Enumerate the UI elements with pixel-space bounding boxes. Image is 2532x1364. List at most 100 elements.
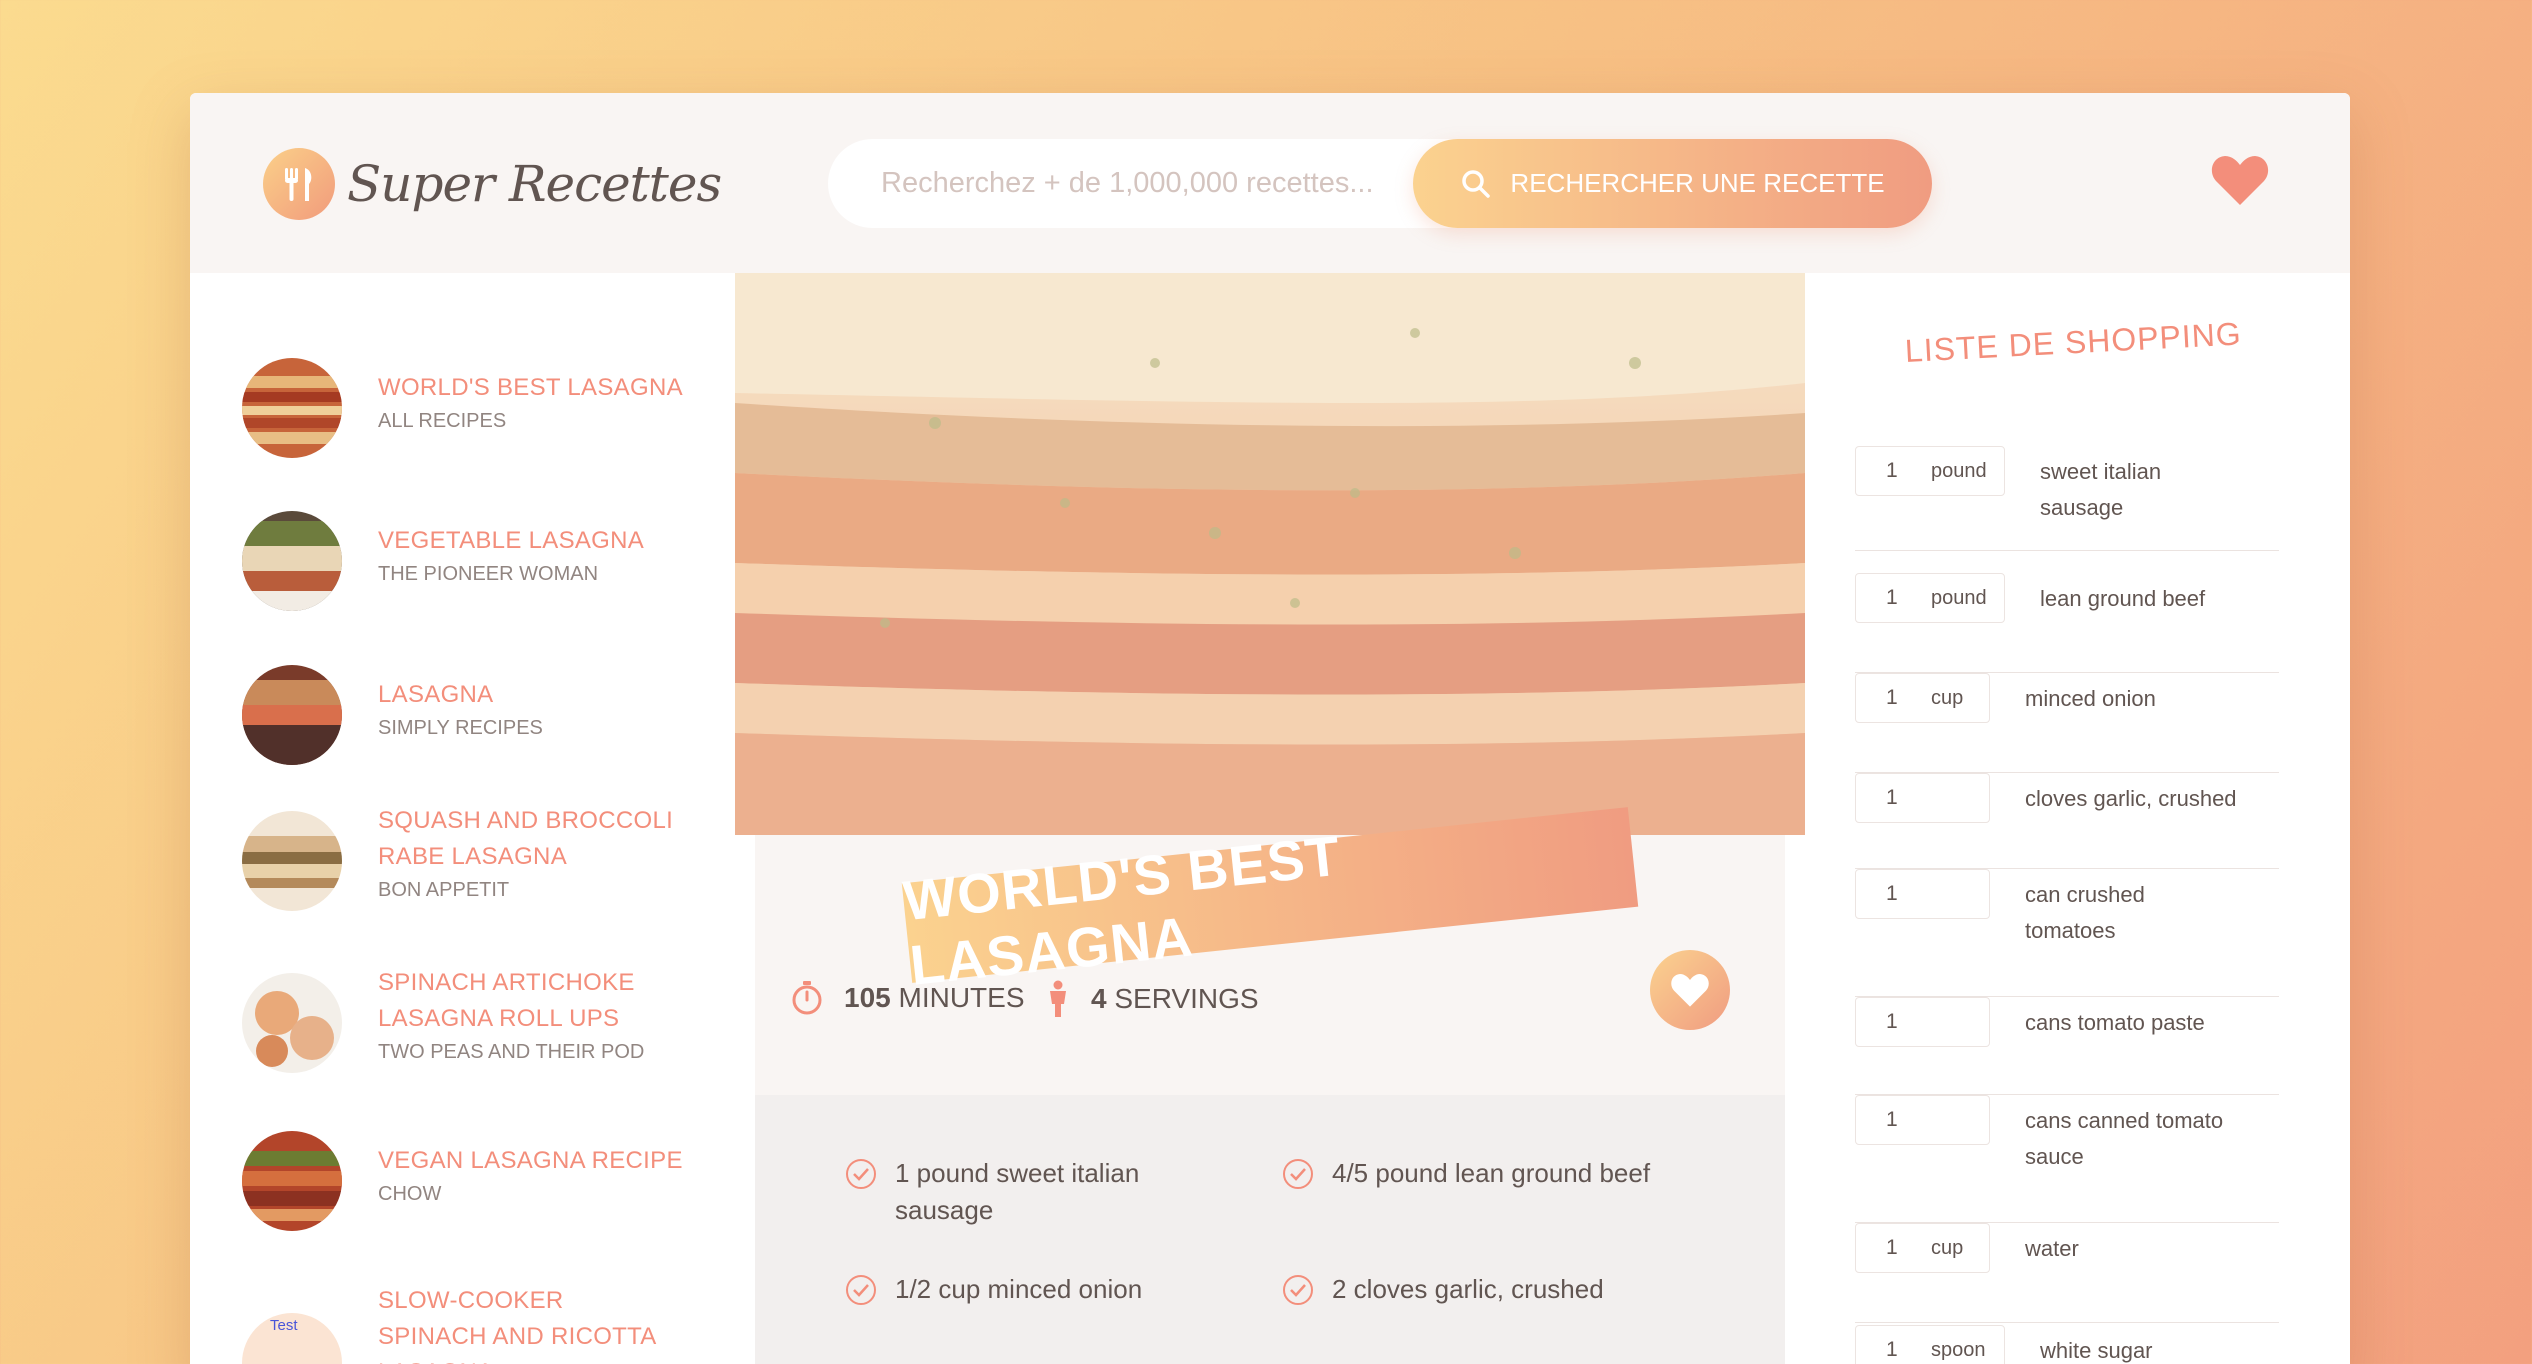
quantity-field[interactable]: 1 pound [1855,573,2005,623]
quantity-value: 1 [1886,786,1898,809]
shopping-item: 1 pound lean ground beef [1855,573,2279,673]
search-button-label: RECHERCHER UNE RECETTE [1510,168,1885,198]
check-icon [1283,1159,1313,1189]
broken-image-alt: Test [270,1317,298,1334]
ingredient-text: 1 pound sweet italian sausage [895,1158,1140,1225]
shopping-list: LISTE DE SHOPPING 1 pound sweet italian … [1805,273,2350,1364]
quantity-value: 1 [1886,1010,1898,1033]
result-title: SLOW-COOKER SPINACH AND RICOTTA LASAGNA [378,1287,656,1364]
quantity-unit: pound [1931,586,1987,609]
quantity-value: 1 [1886,459,1898,482]
result-item[interactable]: VEGETABLE LASAGNA THE PIONEER WOMAN [242,511,644,611]
ingredient-item: 1 pound sweet italian sausage [845,1155,1185,1229]
servings-value: 4 [1091,983,1107,1014]
item-description: cans canned tomato sauce [2025,1108,2224,1169]
result-thumbnail: Test [242,1313,342,1364]
result-thumbnail [242,1131,342,1231]
logo[interactable]: Super Recettes [263,148,722,220]
shopping-item: 1 spoon white sugar [1855,1325,2279,1364]
quantity-unit: spoon [1931,1338,1986,1361]
item-description: cloves garlic, crushed [2025,786,2237,811]
result-title: SPINACH ARTICHOKE LASAGNA ROLL UPS [378,969,635,1032]
bookmark-recipe-button[interactable] [1650,950,1730,1030]
check-icon [846,1159,876,1189]
item-description: lean ground beef [2040,586,2206,611]
result-title: VEGETABLE LASAGNA [378,527,645,554]
result-author: THE PIONEER WOMAN [378,563,599,585]
stopwatch-icon [792,981,822,1015]
ingredient-text: 1/2 cup minced onion [895,1274,1143,1304]
ingredient-text: 2 cloves garlic, crushed [1332,1274,1604,1304]
search-button[interactable]: RECHERCHER UNE RECETTE [1413,139,1932,228]
result-thumbnail [242,511,342,611]
result-thumbnail [242,665,342,765]
result-author: SIMPLY RECIPES [378,717,543,739]
ingredient-item: 4/5 pound lean ground beef [1282,1155,1712,1192]
item-description: sweet italian sausage [2040,459,2162,520]
ingredient-item: 1/2 cup minced onion [845,1271,1185,1308]
result-item[interactable]: SQUASH AND BROCCOLI RABE LASAGNA BON APP… [242,803,678,911]
search-bar: RECHERCHER UNE RECETTE [828,139,1932,228]
quantity-unit: cup [1931,1236,1964,1259]
shopping-item: 1 cup minced onion [1855,673,2279,773]
quantity-value: 1 [1886,586,1898,609]
result-item[interactable]: SPINACH ARTICHOKE LASAGNA ROLL UPS TWO P… [242,965,678,1073]
ingredient-list: 1 pound sweet italian sausage 4/5 pound … [755,1095,1785,1364]
result-title: VEGAN LASAGNA RECIPE [378,1147,683,1174]
fork-knife-icon [263,148,335,220]
header: Super Recettes RECHERCHER UNE RECETTE [190,93,2350,273]
item-description: water [2025,1236,2079,1261]
recipe-image [735,273,1805,835]
ingredient-item: 2 cloves garlic, crushed [1282,1271,1712,1308]
search-input[interactable] [881,153,1421,214]
shopping-item: 1 cloves garlic, crushed [1855,773,2279,869]
check-icon [1283,1275,1313,1305]
quantity-field[interactable]: 1 [1855,997,1990,1047]
app-window: Super Recettes RECHERCHER UNE RECETTE [190,93,2350,1364]
quantity-unit: pound [1931,459,1987,482]
shopping-item: 1 can crushed tomatoes [1855,869,2279,997]
shopping-item: 1 cans canned tomato sauce [1855,1095,2279,1223]
search-results: WORLD'S BEST LASAGNA ALL RECIPES VEGETAB… [190,273,735,1364]
person-icon [1050,980,1066,1017]
result-item[interactable]: Test SLOW-COOKER SPINACH AND RICOTTA LAS… [242,1283,678,1364]
check-icon [846,1275,876,1305]
result-item[interactable]: WORLD'S BEST LASAGNA ALL RECIPES [242,358,683,458]
quantity-value: 1 [1886,882,1898,905]
quantity-field[interactable]: 1 cup [1855,1223,1990,1273]
result-thumbnail [242,358,342,458]
quantity-value: 1 [1886,686,1898,709]
item-description: can crushed tomatoes [2025,882,2145,943]
shopping-item: 1 cup water [1855,1223,2279,1323]
shopping-item: 1 pound sweet italian sausage [1855,446,2279,551]
result-title: SQUASH AND BROCCOLI RABE LASAGNA [378,807,674,870]
bookmarks-heart-icon[interactable] [2210,153,2270,212]
shopping-item: 1 cans tomato paste [1855,997,2279,1095]
quantity-field[interactable]: 1 [1855,1095,1990,1145]
result-title: WORLD'S BEST LASAGNA [378,374,683,401]
result-author: CHOW [378,1183,442,1205]
quantity-field[interactable]: 1 cup [1855,673,1990,723]
logo-text: Super Recettes [347,155,722,213]
quantity-field[interactable]: 1 [1855,773,1990,823]
search-icon [1462,169,1491,198]
quantity-unit: cup [1931,686,1964,709]
quantity-field[interactable]: 1 [1855,869,1990,919]
item-description: white sugar [2040,1338,2153,1363]
result-item[interactable]: VEGAN LASAGNA RECIPE CHOW [242,1131,683,1231]
result-author: BON APPETIT [378,879,510,901]
servings-label: SERVINGS [1114,983,1259,1014]
quantity-value: 1 [1886,1236,1898,1259]
quantity-value: 1 [1886,1338,1898,1361]
quantity-field[interactable]: 1 spoon [1855,1325,2005,1364]
heart-icon [1671,974,1709,1007]
quantity-field[interactable]: 1 pound [1855,446,2005,496]
result-thumbnail [242,811,342,911]
recipe-servings: 4 SERVINGS [1045,980,1259,1018]
minutes-value: 105 [844,982,891,1013]
result-item[interactable]: LASAGNA SIMPLY RECIPES [242,665,543,765]
item-description: minced onion [2025,686,2156,711]
result-title: LASAGNA [378,681,494,708]
item-description: cans tomato paste [2025,1010,2205,1035]
result-author: ALL RECIPES [378,410,507,432]
